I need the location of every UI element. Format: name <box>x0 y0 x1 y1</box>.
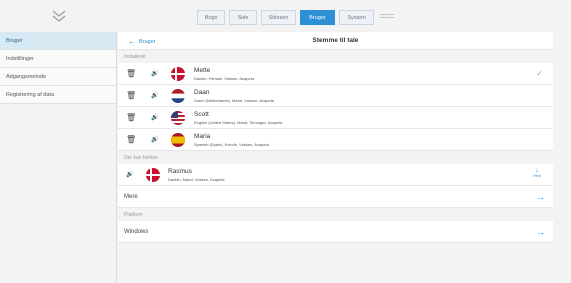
tab-side[interactable]: Side <box>229 10 257 25</box>
trash-icon[interactable]: 🗑 <box>126 91 136 101</box>
page-header: ← Bruger Stemme til tale <box>118 32 553 50</box>
sidebar-item-indstillinger[interactable]: Indstillinger <box>0 50 116 68</box>
arrow-left-icon: ← <box>128 37 136 46</box>
flag-dk-icon <box>146 168 160 182</box>
voice-description: Danish, Mand, Voksen, Acapela <box>168 177 225 182</box>
sidebar-item-adgangsmetode[interactable]: Adgangsmetode <box>0 68 116 86</box>
voice-name: Mette <box>194 67 211 74</box>
flag-dk-icon <box>171 67 185 81</box>
voice-row-scott[interactable]: 🗑 🔊 Scott English (United States), Mand,… <box>118 107 553 129</box>
trash-icon[interactable]: 🗑 <box>126 69 136 79</box>
scroll-gutter <box>553 32 571 283</box>
download-label: Hent <box>532 174 542 178</box>
checkmark-icon: ✓ <box>536 69 543 78</box>
platform-windows-link[interactable]: Windows → <box>118 221 553 243</box>
speaker-icon[interactable]: 🔊 <box>151 70 161 78</box>
back-label: Bruger <box>139 38 156 45</box>
voice-name: Rasmus <box>168 168 192 175</box>
voice-description: English (United States), Mand, Teenager,… <box>194 120 283 125</box>
section-available: Der kan hentes <box>124 154 158 161</box>
tab-bruger[interactable]: Bruger <box>300 10 335 25</box>
menu-icon[interactable] <box>380 14 394 20</box>
download-icon: ↓ <box>535 167 539 174</box>
arrow-right-icon: → <box>536 226 545 237</box>
voice-name: Maria <box>194 133 211 140</box>
voice-row-maria[interactable]: 🗑 🔊 Maria Spanish (Spain), Kvinde, Vokse… <box>118 129 553 151</box>
section-installed: Installeret <box>124 53 146 60</box>
top-bar: Bogs Side Sidesen Bruger System <box>0 0 571 32</box>
tab-bogs[interactable]: Bogs <box>197 10 225 25</box>
voice-name: Scott <box>194 111 209 118</box>
voice-description: Spanish (Spain), Kvinde, Voksen, Acapela <box>194 142 269 147</box>
flag-us-icon <box>171 111 185 125</box>
app-logo-icon <box>0 0 118 32</box>
voice-row-daan[interactable]: 🗑 🔊 Daan Dutch (Netherlands), Mand, Voks… <box>118 85 553 107</box>
speaker-icon[interactable]: 🔊 <box>151 114 161 122</box>
speaker-icon[interactable]: 🔊 <box>151 136 161 144</box>
tab-sidesen[interactable]: Sidesen <box>261 10 296 25</box>
voice-description: Danish, Female, Voksen, Acapela <box>194 76 254 81</box>
more-voices-link[interactable]: Mere → <box>118 186 553 208</box>
section-platform: Platform <box>124 211 143 218</box>
sidebar: Bruger Indstillinger Adgangsmetode Regis… <box>0 32 117 283</box>
sidebar-item-bruger[interactable]: Bruger <box>0 32 116 50</box>
tab-system[interactable]: System <box>339 10 374 25</box>
top-tabs: Bogs Side Sidesen Bruger System <box>197 10 374 25</box>
voice-row-rasmus[interactable]: 🔊 Rasmus Danish, Mand, Voksen, Acapela ↓… <box>118 164 553 186</box>
trash-icon[interactable]: 🗑 <box>126 113 136 123</box>
voice-row-mette[interactable]: 🗑 🔊 Mette Danish, Female, Voksen, Acapel… <box>118 63 553 85</box>
speaker-icon[interactable]: 🔊 <box>126 171 136 179</box>
arrow-right-icon: → <box>536 191 545 202</box>
main-panel: ← Bruger Stemme til tale Installeret 🗑 🔊… <box>118 32 553 283</box>
sidebar-item-registrering[interactable]: Registrering af data <box>0 86 116 104</box>
voice-name: Daan <box>194 89 210 96</box>
back-button[interactable]: ← Bruger <box>128 37 156 46</box>
flag-nl-icon <box>171 89 185 103</box>
more-label: Mere <box>124 193 138 200</box>
voice-description: Dutch (Netherlands), Mand, Voksen, Acape… <box>194 98 274 103</box>
trash-icon[interactable]: 🗑 <box>126 135 136 145</box>
page-title: Stemme til tale <box>312 37 359 44</box>
download-button[interactable]: ↓ Hent <box>531 167 543 179</box>
flag-es-icon <box>171 133 185 147</box>
platform-label: Windows <box>124 228 149 235</box>
speaker-icon[interactable]: 🔊 <box>151 92 161 100</box>
